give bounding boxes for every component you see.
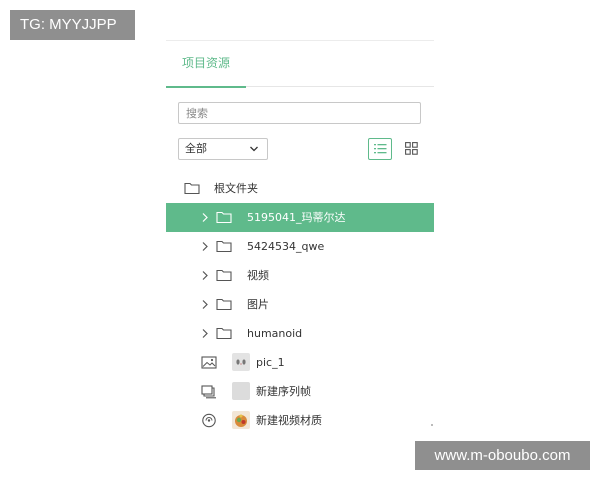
tree-file-row[interactable]: pic_1 — [166, 348, 434, 377]
tree-file-row[interactable]: 新建视频材质 — [166, 406, 434, 435]
page: TG: MYYJJPP 项目资源 全部 — [0, 0, 600, 480]
list-view-button[interactable] — [368, 138, 392, 160]
folder-icon — [216, 327, 232, 340]
pic-thumbnail — [232, 353, 250, 371]
tree-root-label: 根文件夹 — [214, 182, 258, 195]
watermark-bottom-right: www.m-oboubo.com — [415, 441, 590, 470]
folder-icon — [216, 298, 232, 311]
project-resources-panel: 项目资源 全部 — [166, 40, 434, 435]
material-thumbnail — [232, 411, 250, 429]
tree-folder-label: 视频 — [247, 269, 269, 282]
tree-file-row[interactable]: 新建序列帧 — [166, 377, 434, 406]
folder-icon — [216, 240, 232, 253]
folder-icon — [184, 182, 200, 195]
image-icon — [201, 356, 217, 369]
chevron-right-icon[interactable] — [201, 212, 209, 223]
scroll-dot — [431, 424, 433, 426]
tree-folder-label: 图片 — [247, 298, 269, 311]
folder-icon — [216, 211, 232, 224]
search-input[interactable] — [178, 102, 421, 124]
chevron-right-icon[interactable] — [201, 328, 209, 339]
tree-folder-row[interactable]: humanoid — [166, 319, 434, 348]
chevron-down-icon — [250, 146, 258, 152]
sequence-frames-icon — [201, 385, 216, 399]
list-view-icon — [374, 144, 387, 154]
tree-folder-label: 5195041_玛蒂尔达 — [247, 211, 346, 224]
grid-view-icon — [405, 142, 418, 155]
tree-folder-label: humanoid — [247, 327, 303, 340]
filter-select[interactable]: 全部 — [178, 138, 268, 160]
panel-tabs: 项目资源 — [166, 41, 434, 88]
tree-folder-row[interactable]: 视频 — [166, 261, 434, 290]
chevron-right-icon[interactable] — [201, 241, 209, 252]
chevron-right-icon[interactable] — [201, 299, 209, 310]
tree-folder-row[interactable]: 图片 — [166, 290, 434, 319]
tree-root-folder[interactable]: 根文件夹 — [166, 174, 434, 203]
tree-folder-row[interactable]: 5424534_qwe — [166, 232, 434, 261]
tree-file-label: pic_1 — [256, 356, 285, 369]
watermark-top-left: TG: MYYJJPP — [10, 10, 135, 40]
blank-thumbnail — [232, 382, 250, 400]
tree-folder-row[interactable]: 5195041_玛蒂尔达 — [166, 203, 434, 232]
tab-project-resources[interactable]: 项目资源 — [166, 41, 246, 88]
grid-view-button[interactable] — [400, 138, 424, 160]
filter-select-value: 全部 — [185, 142, 207, 155]
chevron-right-icon[interactable] — [201, 270, 209, 281]
video-material-icon — [202, 413, 216, 428]
tree-file-label: 新建视频材质 — [256, 414, 322, 427]
folder-icon — [216, 269, 232, 282]
resource-tree: 根文件夹 5195041_玛蒂尔达 5424534_qwe 视频 图片 huma… — [166, 174, 434, 435]
tree-folder-label: 5424534_qwe — [247, 240, 325, 253]
tree-file-label: 新建序列帧 — [256, 385, 311, 398]
